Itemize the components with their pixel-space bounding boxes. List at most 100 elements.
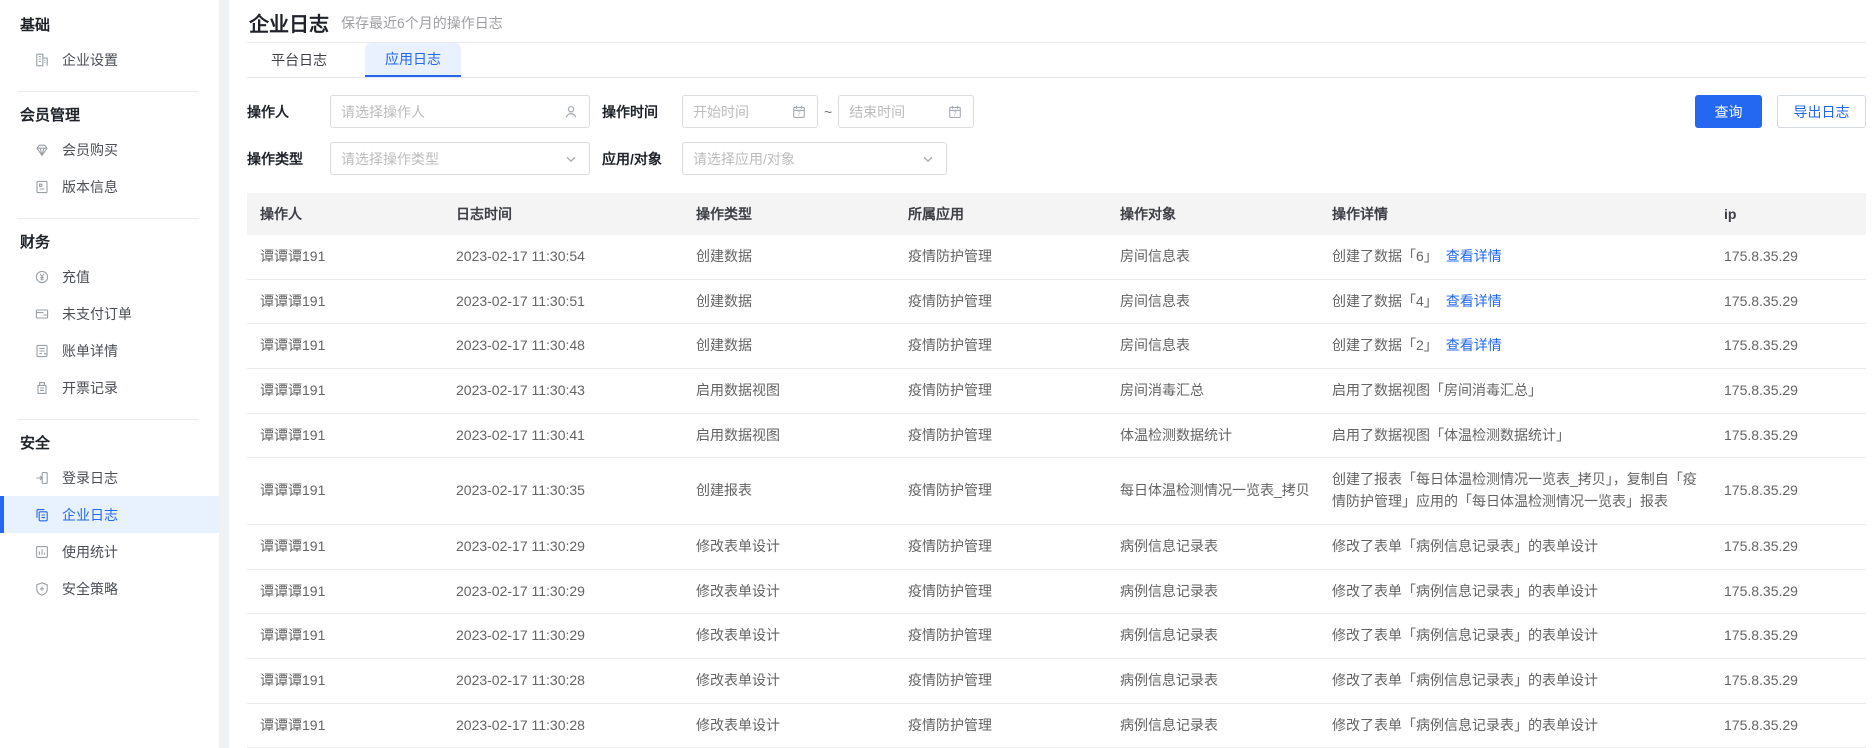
cell-object: 每日体温检测情况一览表_拷贝 xyxy=(1107,458,1319,524)
cell-time: 2023-02-17 11:30:29 xyxy=(443,614,683,659)
start-date-picker[interactable]: 7 xyxy=(682,95,818,128)
sidebar-item-invoice[interactable]: 开票记录 xyxy=(0,369,219,406)
cell-ip: 175.8.35.29 xyxy=(1711,703,1866,748)
operator-select[interactable] xyxy=(330,95,590,128)
column-header: 日志时间 xyxy=(443,193,683,235)
cell-object: 病例信息记录表 xyxy=(1107,658,1319,703)
building-icon xyxy=(34,52,50,68)
search-button[interactable]: 查询 xyxy=(1695,95,1762,128)
cell-type: 创建数据 xyxy=(683,235,895,279)
type-label: 操作类型 xyxy=(247,149,330,169)
cell-operator: 谭谭谭191 xyxy=(247,413,443,458)
sidebar-item-usage-stats[interactable]: 使用统计 xyxy=(0,533,219,570)
sidebar-item-unpaid-order[interactable]: 未支付订单 xyxy=(0,295,219,332)
sidebar-item-enterprise-log[interactable]: 企业日志 xyxy=(0,496,219,533)
cell-object: 体温检测数据统计 xyxy=(1107,413,1319,458)
start-date-input[interactable] xyxy=(693,104,785,120)
cell-operator: 谭谭谭191 xyxy=(247,369,443,414)
cell-object: 病例信息记录表 xyxy=(1107,614,1319,659)
cell-app: 疫情防护管理 xyxy=(895,324,1107,369)
cell-ip: 175.8.35.29 xyxy=(1711,279,1866,324)
bill-icon xyxy=(34,343,50,359)
usage-stats-icon xyxy=(34,544,50,560)
app-object-select-placeholder: 请选择应用/对象 xyxy=(693,149,914,169)
cell-type: 启用数据视图 xyxy=(683,413,895,458)
cell-type: 创建数据 xyxy=(683,324,895,369)
cell-object: 病例信息记录表 xyxy=(1107,703,1319,748)
cell-time: 2023-02-17 11:30:29 xyxy=(443,524,683,569)
cell-type: 创建数据 xyxy=(683,279,895,324)
sidebar-item-login-log[interactable]: 登录日志 xyxy=(0,459,219,496)
sidebar-section-title: 基础 xyxy=(0,4,219,41)
cell-type: 创建报表 xyxy=(683,458,895,524)
cell-time: 2023-02-17 11:30:51 xyxy=(443,279,683,324)
cell-app: 疫情防护管理 xyxy=(895,569,1107,614)
cell-ip: 175.8.35.29 xyxy=(1711,324,1866,369)
cell-app: 疫情防护管理 xyxy=(895,524,1107,569)
column-header: 操作详情 xyxy=(1319,193,1711,235)
cell-ip: 175.8.35.29 xyxy=(1711,614,1866,659)
cell-time: 2023-02-17 11:30:41 xyxy=(443,413,683,458)
export-logs-button[interactable]: 导出日志 xyxy=(1777,95,1866,128)
cell-type: 修改表单设计 xyxy=(683,614,895,659)
cell-ip: 175.8.35.29 xyxy=(1711,569,1866,614)
table-row: 谭谭谭1912023-02-17 11:30:54创建数据疫情防护管理房间信息表… xyxy=(247,235,1866,279)
sidebar-item-label: 使用统计 xyxy=(62,542,118,562)
view-detail-link[interactable]: 查看详情 xyxy=(1446,337,1502,353)
cell-operator: 谭谭谭191 xyxy=(247,658,443,703)
time-label: 操作时间 xyxy=(602,102,682,122)
end-date-input[interactable] xyxy=(849,104,941,120)
tab-app-logs[interactable]: 应用日志 xyxy=(365,43,461,77)
table-row: 谭谭谭1912023-02-17 11:30:29修改表单设计疫情防护管理病例信… xyxy=(247,614,1866,659)
cell-ip: 175.8.35.29 xyxy=(1711,369,1866,414)
filter-row-1: 操作人 操作时间 7 xyxy=(247,95,1866,128)
cell-detail: 创建了报表「每日体温检测情况一览表_拷贝」，复制自「疫情防护管理」应用的「每日体… xyxy=(1319,458,1711,524)
view-detail-link[interactable]: 查看详情 xyxy=(1446,293,1502,309)
sidebar-item-version[interactable]: 版本信息 xyxy=(0,168,219,205)
sidebar-section-title: 会员管理 xyxy=(0,94,219,131)
calendar-icon: 7 xyxy=(791,104,807,120)
cell-type: 修改表单设计 xyxy=(683,524,895,569)
cell-ip: 175.8.35.29 xyxy=(1711,413,1866,458)
table-row: 谭谭谭1912023-02-17 11:30:51创建数据疫情防护管理房间信息表… xyxy=(247,279,1866,324)
sidebar-section-title: 财务 xyxy=(0,221,219,258)
cell-time: 2023-02-17 11:30:43 xyxy=(443,369,683,414)
sidebar-item-label: 会员购买 xyxy=(62,140,118,160)
table-row: 谭谭谭1912023-02-17 11:30:48创建数据疫情防护管理房间信息表… xyxy=(247,324,1866,369)
table-row: 谭谭谭1912023-02-17 11:30:29修改表单设计疫情防护管理病例信… xyxy=(247,524,1866,569)
sidebar-item-bill[interactable]: 账单详情 xyxy=(0,332,219,369)
table-row: 谭谭谭1912023-02-17 11:30:28修改表单设计疫情防护管理病例信… xyxy=(247,703,1866,748)
cell-time: 2023-02-17 11:30:48 xyxy=(443,324,683,369)
cell-object: 房间信息表 xyxy=(1107,279,1319,324)
app-object-label: 应用/对象 xyxy=(602,149,682,169)
sidebar-item-label: 企业设置 xyxy=(62,50,118,70)
column-header: 操作人 xyxy=(247,193,443,235)
sidebar-item-label: 开票记录 xyxy=(62,378,118,398)
type-select[interactable]: 请选择操作类型 xyxy=(330,142,590,175)
end-date-picker[interactable]: 7 xyxy=(838,95,974,128)
sidebar-item-security-policy[interactable]: 安全策略 xyxy=(0,570,219,607)
cell-operator: 谭谭谭191 xyxy=(247,279,443,324)
detail-text: 启用了数据视图「体温检测数据统计」 xyxy=(1332,427,1570,443)
cell-ip: 175.8.35.29 xyxy=(1711,658,1866,703)
cell-app: 疫情防护管理 xyxy=(895,279,1107,324)
cell-detail: 创建了数据「2」查看详情 xyxy=(1319,324,1711,369)
app-object-select[interactable]: 请选择应用/对象 xyxy=(682,142,947,175)
version-icon xyxy=(34,179,50,195)
cell-type: 修改表单设计 xyxy=(683,703,895,748)
table-row: 谭谭谭1912023-02-17 11:30:41启用数据视图疫情防护管理体温检… xyxy=(247,413,1866,458)
tab-bar: 平台日志 应用日志 xyxy=(247,43,1866,78)
filter-actions: 查询 导出日志 xyxy=(1695,95,1866,128)
sidebar-scrollbar-track[interactable] xyxy=(219,0,229,748)
sidebar-item-recharge[interactable]: 充值 xyxy=(0,258,219,295)
operator-input[interactable] xyxy=(341,104,557,120)
view-detail-link[interactable]: 查看详情 xyxy=(1446,248,1502,264)
detail-text: 修改了表单「病例信息记录表」的表单设计 xyxy=(1332,672,1598,688)
cell-app: 疫情防护管理 xyxy=(895,235,1107,279)
sidebar-divider xyxy=(18,419,198,420)
cell-object: 病例信息记录表 xyxy=(1107,524,1319,569)
person-icon xyxy=(563,104,579,120)
sidebar-item-gem[interactable]: 会员购买 xyxy=(0,131,219,168)
tab-platform-logs[interactable]: 平台日志 xyxy=(251,43,347,77)
sidebar-item-building[interactable]: 企业设置 xyxy=(0,41,219,78)
